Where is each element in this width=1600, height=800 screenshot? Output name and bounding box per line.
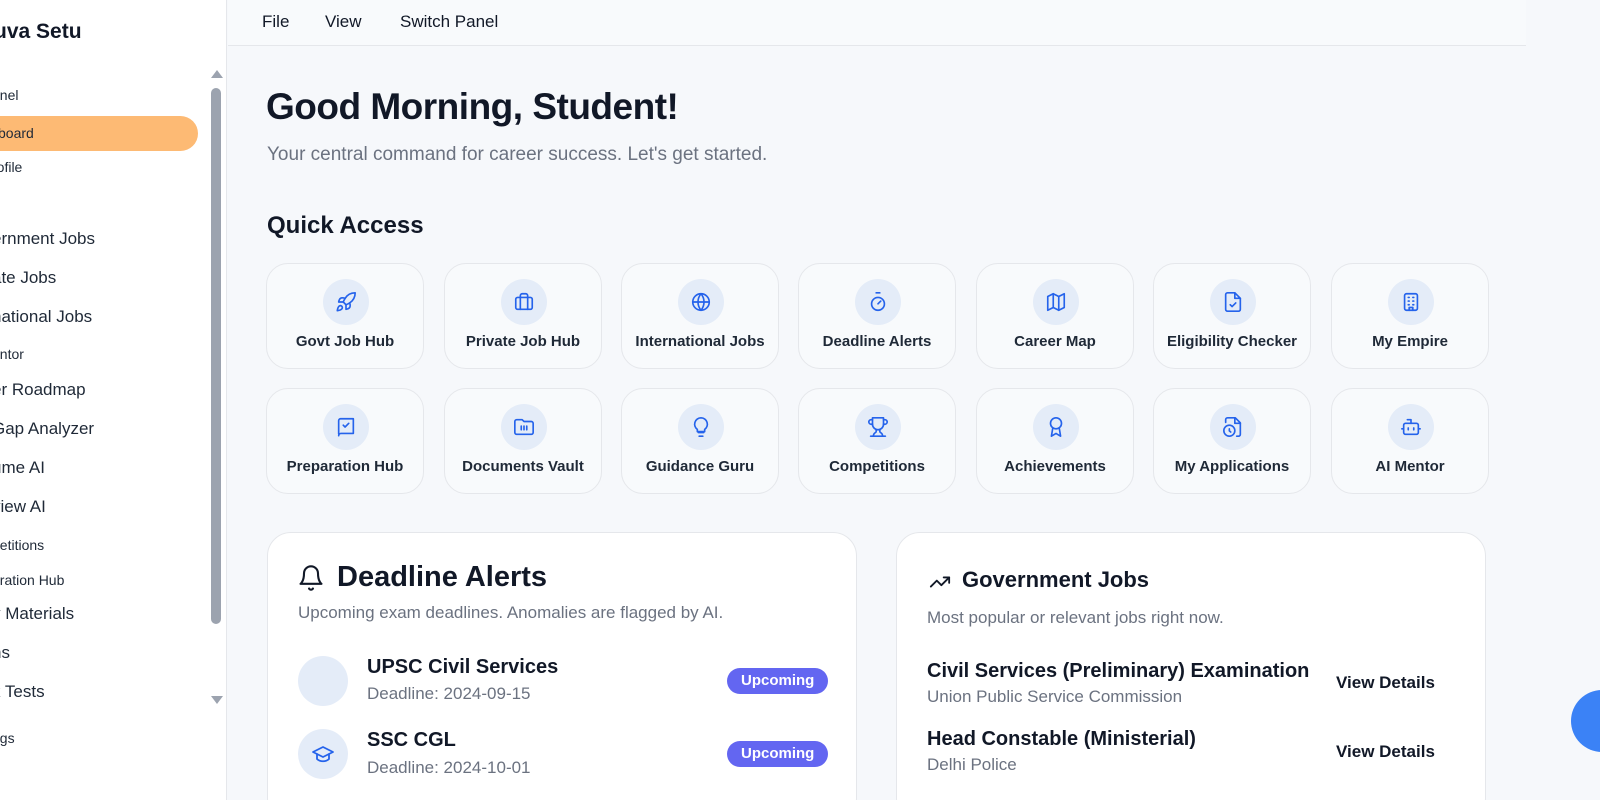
alert-name: UPSC Civil Services	[367, 656, 559, 678]
trophy-icon	[855, 404, 901, 450]
globe-icon	[678, 279, 724, 325]
tile-label: Career Map	[1014, 333, 1096, 350]
rocket-icon	[323, 279, 369, 325]
tile-preparation-hub[interactable]: Preparation Hub	[266, 388, 424, 494]
building-icon	[1388, 279, 1434, 325]
tile-documents-vault[interactable]: Documents Vault	[444, 388, 602, 494]
sidebar: uva Setu anel board rofile ernment Jobs …	[0, 0, 227, 800]
floating-chat-button[interactable]	[1571, 690, 1600, 752]
menu-switch-panel[interactable]: Switch Panel	[400, 12, 498, 32]
tile-label: Guidance Guru	[645, 458, 755, 475]
tile-label: My Empire	[1372, 333, 1448, 350]
page-subtitle: Your central command for career success.…	[267, 144, 768, 165]
sidebar-item-mentor[interactable]: entor	[0, 346, 24, 362]
sidebar-item-preparation-hub[interactable]: aration Hub	[0, 572, 64, 588]
tile-label: Preparation Hub	[286, 458, 404, 475]
tile-private-job-hub[interactable]: Private Job Hub	[444, 263, 602, 369]
menubar: File View Switch Panel	[228, 0, 1526, 46]
job-name: Civil Services (Preliminary) Examination	[927, 660, 1310, 682]
deadline-card-title: Deadline Alerts	[337, 561, 548, 593]
sidebar-item-settings[interactable]: ngs	[0, 730, 15, 746]
app-brand: uva Setu	[0, 20, 82, 43]
tile-achievements[interactable]: Achievements	[976, 388, 1134, 494]
tile-career-map[interactable]: Career Map	[976, 263, 1134, 369]
tile-guidance-guru[interactable]: Guidance Guru	[621, 388, 779, 494]
tile-label: Private Job Hub	[465, 333, 581, 350]
tile-label: Competitions	[829, 458, 925, 475]
gov-card-description: Most popular or relevant jobs right now.	[927, 608, 1224, 627]
sidebar-item-gap-analyzer[interactable]: Gap Analyzer	[0, 419, 94, 439]
menu-file[interactable]: File	[262, 12, 289, 32]
page-title: Good Morning, Student!	[266, 86, 679, 127]
view-details-button[interactable]: View Details	[1336, 742, 1435, 762]
menu-view[interactable]: View	[325, 12, 362, 32]
tile-label: Deadline Alerts	[822, 333, 932, 350]
trending-up-icon	[929, 576, 951, 588]
alert-deadline: Deadline: 2024-10-01	[367, 758, 531, 777]
job-org: Union Public Service Commission	[927, 687, 1183, 706]
deadline-alerts-card: Deadline Alerts Upcoming exam deadlines.…	[267, 532, 857, 800]
tile-label: Govt Job Hub	[295, 333, 395, 350]
bot-icon	[1388, 404, 1434, 450]
government-jobs-card: Government Jobs Most popular or relevant…	[896, 532, 1486, 800]
book-check-icon	[323, 404, 369, 450]
bell-icon	[299, 565, 323, 591]
sidebar-item-international-jobs[interactable]: national Jobs	[0, 307, 92, 327]
scroll-down-arrow-icon[interactable]	[211, 696, 223, 704]
graduation-cap-icon	[298, 729, 348, 779]
tile-label: My Applications	[1174, 458, 1290, 475]
sidebar-item-resume-ai[interactable]: ume AI	[0, 458, 45, 478]
alert-icon-placeholder	[298, 656, 348, 706]
sidebar-item-mock-tests[interactable]: k Tests	[0, 682, 45, 702]
tile-international-jobs[interactable]: International Jobs	[621, 263, 779, 369]
view-details-button[interactable]: View Details	[1336, 673, 1435, 693]
tile-ai-mentor[interactable]: AI Mentor	[1331, 388, 1489, 494]
gov-card-title: Government Jobs	[962, 567, 1150, 592]
tile-my-empire[interactable]: My Empire	[1331, 263, 1489, 369]
sidebar-item-dashboard[interactable]: board	[0, 116, 198, 151]
sidebar-item-study-materials[interactable]: y Materials	[0, 604, 74, 624]
job-org: Delhi Police	[927, 755, 1017, 774]
sidebar-item-panel[interactable]: anel	[0, 87, 18, 103]
file-clock-icon	[1210, 404, 1256, 450]
file-check-icon	[1210, 279, 1256, 325]
tile-my-applications[interactable]: My Applications	[1153, 388, 1311, 494]
deadline-card-description: Upcoming exam deadlines. Anomalies are f…	[298, 603, 724, 622]
sidebar-item-exams[interactable]: ns	[0, 643, 10, 663]
sidebar-item-career-roadmap[interactable]: er Roadmap	[0, 380, 86, 400]
alert-name: SSC CGL	[367, 729, 456, 751]
briefcase-icon	[501, 279, 547, 325]
tile-competitions[interactable]: Competitions	[798, 388, 956, 494]
sidebar-item-profile[interactable]: rofile	[0, 159, 22, 175]
map-icon	[1033, 279, 1079, 325]
scroll-thumb[interactable]	[211, 88, 221, 624]
folder-icon	[501, 404, 547, 450]
tile-label: International Jobs	[635, 333, 765, 350]
stopwatch-icon	[855, 279, 901, 325]
alert-deadline: Deadline: 2024-09-15	[367, 684, 531, 703]
status-badge: Upcoming	[727, 668, 829, 694]
sidebar-scrollbar[interactable]	[209, 70, 223, 710]
sidebar-item-competitions[interactable]: petitions	[0, 537, 44, 553]
sidebar-item-government-jobs[interactable]: ernment Jobs	[0, 229, 95, 249]
tile-label: Eligibility Checker	[1166, 333, 1298, 350]
tile-deadline-alerts[interactable]: Deadline Alerts	[798, 263, 956, 369]
job-name: Head Constable (Ministerial)	[927, 728, 1196, 750]
tile-label: AI Mentor	[1375, 458, 1445, 475]
tile-govt-job-hub[interactable]: Govt Job Hub	[266, 263, 424, 369]
award-icon	[1033, 404, 1079, 450]
tile-label: Documents Vault	[462, 458, 584, 475]
sidebar-item-private-jobs[interactable]: ate Jobs	[0, 268, 56, 288]
scroll-up-arrow-icon[interactable]	[211, 70, 223, 78]
tile-label: Achievements	[1004, 458, 1106, 475]
status-badge: Upcoming	[727, 741, 829, 767]
tile-eligibility-checker[interactable]: Eligibility Checker	[1153, 263, 1311, 369]
quick-access-title: Quick Access	[267, 212, 424, 239]
lightbulb-icon	[678, 404, 724, 450]
sidebar-item-interview-ai[interactable]: view AI	[0, 497, 46, 517]
